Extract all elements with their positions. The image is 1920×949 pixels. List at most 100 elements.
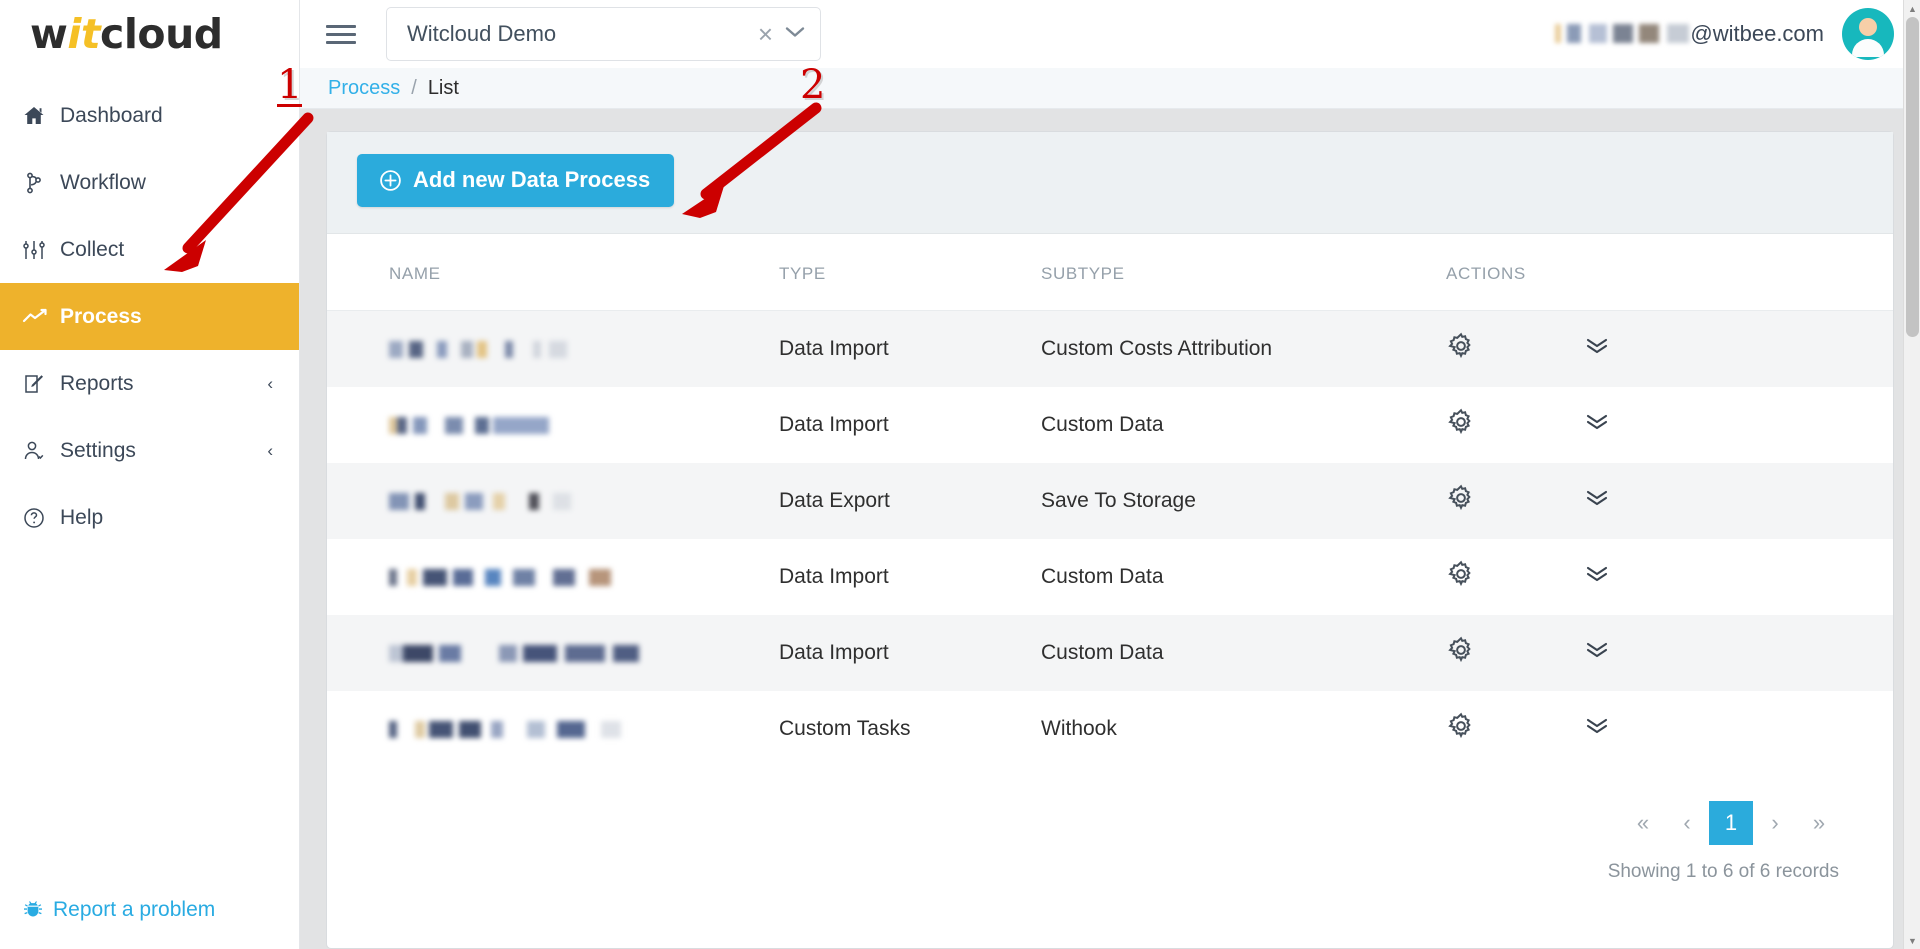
sidebar-item-label: Dashboard — [60, 103, 163, 127]
avatar[interactable] — [1842, 8, 1894, 60]
scroll-down-arrow-icon[interactable]: ▼ — [1904, 932, 1920, 949]
sidebar-item-reports[interactable]: Reports ‹ — [0, 350, 299, 417]
cell-name — [327, 311, 779, 388]
annotation-1-label: 1 — [277, 62, 303, 108]
topbar: Witcloud Demo × @witbee.com — [300, 0, 1920, 68]
hamburger-bar — [326, 40, 356, 44]
chevron-double-down-icon[interactable] — [1584, 412, 1610, 432]
breadcrumb-current: List — [427, 76, 459, 99]
sidebar-item-process[interactable]: Process — [0, 283, 299, 350]
brand-logo[interactable]: witcloud — [0, 0, 299, 68]
chevron-double-down-icon[interactable] — [1584, 488, 1610, 508]
gear-icon[interactable] — [1446, 331, 1476, 361]
chevron-double-down-icon[interactable] — [1584, 716, 1610, 736]
annotation-number-2: 2 — [800, 62, 825, 108]
report-problem-link[interactable]: Report a problem — [22, 898, 215, 922]
column-header-actions: ACTIONS — [1446, 234, 1893, 311]
hamburger-icon[interactable] — [326, 24, 356, 44]
breadcrumb: Process / List — [300, 68, 1920, 109]
report-problem-label: Report a problem — [53, 898, 216, 921]
bug-icon — [22, 899, 44, 921]
chevron-double-down-icon[interactable] — [1584, 564, 1610, 584]
table-row[interactable]: Data Export Save To Storage — [327, 463, 1893, 539]
add-new-data-process-button[interactable]: Add new Data Process — [357, 154, 675, 207]
sidebar-item-label: Process — [60, 304, 142, 328]
chevron-double-down-icon[interactable] — [1584, 640, 1610, 660]
plus-circle-icon — [379, 169, 402, 192]
scroll-up-arrow-icon[interactable]: ▲ — [1904, 0, 1920, 17]
gear-icon[interactable] — [1446, 635, 1476, 665]
column-header-subtype: SUBTYPE — [1041, 234, 1446, 311]
question-circle-icon — [22, 506, 60, 530]
topbar-right: @witbee.com — [1555, 8, 1920, 60]
cell-type: Custom Tasks — [779, 717, 911, 740]
scrollbar-thumb[interactable] — [1906, 17, 1919, 337]
sidebar-item-dashboard[interactable]: Dashboard — [0, 82, 299, 149]
main-region: Witcloud Demo × @witbee.com Process / Li… — [300, 0, 1920, 949]
table-row[interactable]: Data Import Custom Data — [327, 387, 1893, 463]
table-body: Data Import Custom Costs Attribution Dat… — [327, 310, 1893, 768]
cell-actions — [1446, 311, 1893, 388]
pagination-page-1[interactable]: 1 — [1709, 801, 1753, 845]
user-email-domain: @witbee.com — [1690, 21, 1824, 46]
user-email[interactable]: @witbee.com — [1555, 21, 1824, 47]
cell-subtype: Save To Storage — [1041, 489, 1196, 512]
breadcrumb-link-process[interactable]: Process — [328, 77, 400, 100]
gear-icon[interactable] — [1446, 559, 1476, 589]
sidebar-item-label: Settings — [60, 438, 136, 462]
page-scrollbar[interactable]: ▲ ▼ — [1903, 0, 1920, 949]
sidebar-item-label: Help — [60, 505, 104, 529]
process-list-card: Add new Data Process NAME TYPE SUBTYPE A… — [326, 131, 1894, 949]
site-select[interactable]: Witcloud Demo × — [386, 7, 821, 61]
redacted-process-name — [389, 720, 621, 738]
redacted-process-name — [389, 644, 639, 662]
cell-type: Data Import — [779, 565, 889, 588]
gear-icon[interactable] — [1446, 483, 1476, 513]
sidebar-item-workflow[interactable]: Workflow — [0, 149, 299, 216]
redacted-process-name — [389, 568, 611, 586]
table-row[interactable]: Custom Tasks Withook — [327, 691, 1893, 767]
pagination-zone: « ‹ 1 › » Showing 1 to 6 of 6 records — [327, 767, 1893, 883]
cell-type: Data Import — [779, 413, 889, 436]
pagination-prev[interactable]: ‹ — [1665, 801, 1709, 845]
redacted-process-name — [389, 416, 549, 434]
workflow-icon — [22, 171, 60, 195]
pagination-first[interactable]: « — [1621, 801, 1665, 845]
cell-type: Data Import — [779, 337, 889, 360]
process-table: NAME TYPE SUBTYPE ACTIONS Data Import Cu… — [327, 234, 1893, 767]
site-select-value: Witcloud Demo — [407, 21, 557, 46]
table-row[interactable]: Data Import Custom Costs Attribution — [327, 310, 1893, 388]
redacted-process-name — [389, 340, 567, 358]
sidebar-item-help[interactable]: Help — [0, 484, 299, 551]
chevron-double-down-icon[interactable] — [1584, 336, 1610, 356]
add-new-data-process-label: Add new Data Process — [413, 167, 651, 192]
user-gear-icon — [22, 439, 60, 463]
sidebar-item-settings[interactable]: Settings ‹ — [0, 417, 299, 484]
pagination-last[interactable]: » — [1797, 801, 1841, 845]
annotation-2-label: 2 — [800, 62, 826, 108]
sidebar-item-label: Reports — [60, 371, 134, 395]
gear-icon[interactable] — [1446, 407, 1476, 437]
cell-actions — [1446, 539, 1893, 615]
gear-icon[interactable] — [1446, 711, 1476, 741]
table-row[interactable]: Data Import Custom Data — [327, 615, 1893, 691]
hamburger-bar — [326, 32, 356, 36]
close-icon[interactable]: × — [749, 21, 782, 47]
records-count-note: Showing 1 to 6 of 6 records — [1607, 861, 1839, 882]
app-root: witcloud Dashboard Workflow Collect Proc… — [0, 0, 1920, 949]
chevron-left-icon: ‹ — [267, 374, 273, 393]
annotation-number-1: 1 — [277, 62, 303, 108]
cell-type: Data Import — [779, 641, 889, 664]
table-row[interactable]: Data Import Custom Data — [327, 539, 1893, 615]
pagination-next[interactable]: › — [1753, 801, 1797, 845]
redacted-process-name — [389, 492, 571, 510]
sidebar-item-label: Workflow — [60, 170, 146, 194]
pagination: « ‹ 1 › » — [1621, 801, 1841, 845]
trend-line-icon — [22, 306, 60, 328]
cell-name — [327, 539, 779, 615]
sidebar-nav: Dashboard Workflow Collect Process Repor… — [0, 82, 299, 551]
cell-subtype: Custom Data — [1041, 413, 1164, 436]
table-header-row: NAME TYPE SUBTYPE ACTIONS — [327, 234, 1893, 311]
chevron-down-icon[interactable] — [782, 24, 806, 44]
sidebar-item-collect[interactable]: Collect — [0, 216, 299, 283]
